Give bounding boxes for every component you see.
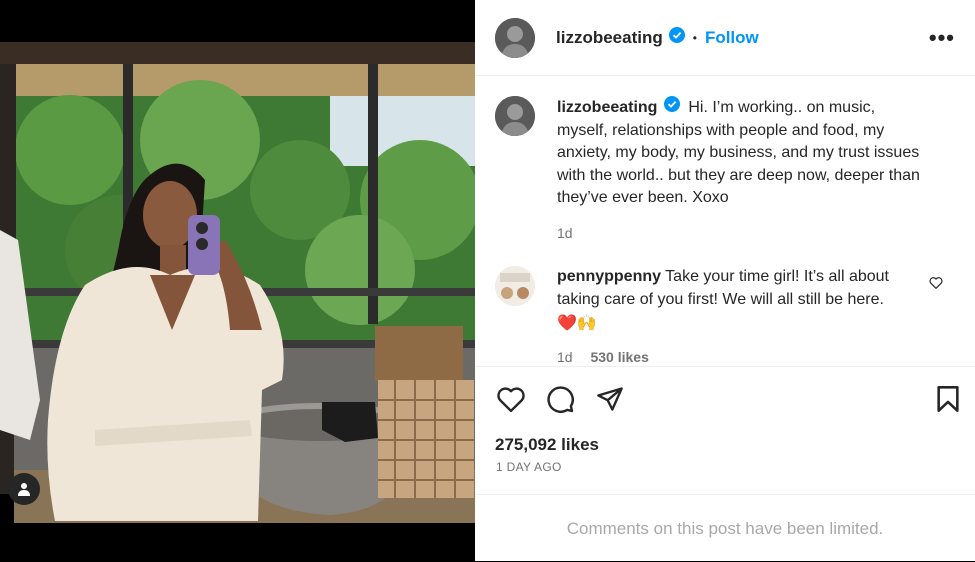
post-timestamp[interactable]: 1 DAY AGO xyxy=(496,460,562,474)
comment-username[interactable]: pennyppenny xyxy=(557,268,661,285)
caption-avatar[interactable] xyxy=(495,96,535,136)
caption-body: lizzobeeating Hi. I’m working.. on music… xyxy=(557,96,927,244)
caption-meta: 1d xyxy=(557,222,927,245)
comment-time[interactable]: 1d xyxy=(557,349,573,365)
heart-icon[interactable] xyxy=(496,385,526,418)
comment-meta: 1d 530 likes xyxy=(557,346,927,367)
tag-people-button[interactable] xyxy=(8,473,40,505)
header-separator: • xyxy=(692,30,697,45)
verified-badge-icon xyxy=(668,27,685,48)
action-bar xyxy=(475,367,975,433)
comments-limited-notice: Comments on this post have been limited. xyxy=(475,494,975,562)
person-tag-icon xyxy=(18,483,30,496)
post-header: lizzobeeating • Follow ••• xyxy=(475,0,975,76)
post-details-panel: lizzobeeating • Follow ••• lizzobeeating xyxy=(475,0,975,561)
avatar-image xyxy=(495,96,535,136)
follow-button[interactable]: Follow xyxy=(705,28,759,48)
like-count[interactable]: 275,092 likes xyxy=(495,435,599,455)
caption-time[interactable]: 1d xyxy=(557,225,573,241)
photo-illustration xyxy=(0,0,475,561)
comment-likes[interactable]: 530 likes xyxy=(590,349,648,365)
more-options-button[interactable]: ••• xyxy=(929,25,955,51)
send-icon[interactable] xyxy=(596,385,624,418)
post-photo[interactable] xyxy=(0,0,475,561)
caption: lizzobeeating Hi. I’m working.. on music… xyxy=(495,96,955,244)
avatar[interactable] xyxy=(495,17,535,58)
verified-badge-icon xyxy=(663,96,680,120)
avatar-image xyxy=(495,266,535,306)
comment-icon[interactable] xyxy=(546,385,575,419)
header-username[interactable]: lizzobeeating xyxy=(556,28,663,48)
comment-avatar[interactable] xyxy=(495,266,535,306)
comment-emojis: ❤️🙌 xyxy=(557,315,597,332)
comment-like-heart-icon[interactable] xyxy=(929,276,943,294)
avatar-image xyxy=(495,17,535,58)
post-modal: lizzobeeating • Follow ••• lizzobeeating xyxy=(0,0,975,561)
comment-item: pennyppenny Take your time girl! It’s al… xyxy=(495,266,955,367)
bookmark-icon[interactable] xyxy=(936,385,960,418)
caption-username[interactable]: lizzobeeating xyxy=(557,99,657,116)
comments-section[interactable]: lizzobeeating Hi. I’m working.. on music… xyxy=(475,76,975,367)
comment-body: pennyppenny Take your time girl! It’s al… xyxy=(557,266,927,367)
